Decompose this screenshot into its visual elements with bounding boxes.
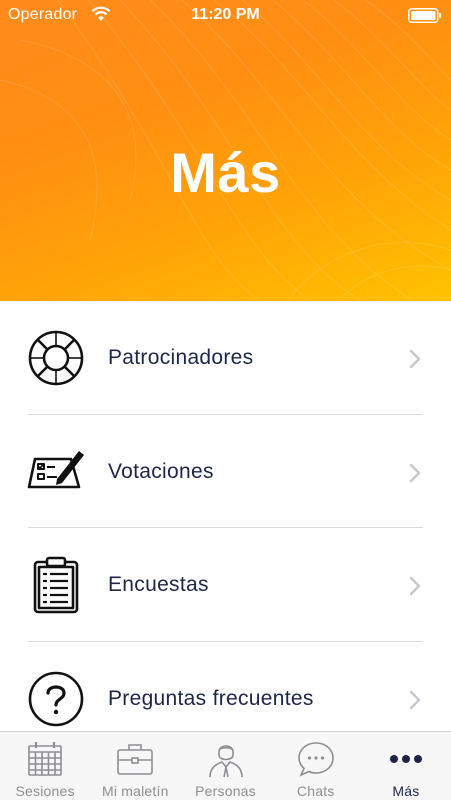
menu-item-patrocinadores[interactable]: Patrocinadores xyxy=(0,301,451,415)
tab-label: Chats xyxy=(296,783,335,799)
ballot-pencil-icon xyxy=(27,450,84,488)
menu-item-label: Encuestas xyxy=(108,573,209,596)
chat-bubble-icon xyxy=(297,742,334,777)
clipboard-icon xyxy=(33,556,79,614)
tab-chats[interactable]: Chats xyxy=(271,732,361,800)
tab-bar: Sesiones Mi maletín Personas Chats Más xyxy=(0,731,451,800)
tab-mas[interactable]: Más xyxy=(361,732,451,800)
tab-label: Personas xyxy=(195,783,256,799)
page-title: Más xyxy=(170,141,281,204)
calendar-icon xyxy=(28,742,62,776)
chevron-right-icon xyxy=(409,463,421,482)
more-dots-icon xyxy=(389,755,422,763)
lifebuoy-icon xyxy=(28,330,84,386)
chevron-right-icon xyxy=(409,690,421,709)
question-circle-icon xyxy=(28,671,84,726)
chevron-right-icon xyxy=(409,349,421,369)
tab-sesiones[interactable]: Sesiones xyxy=(0,732,90,800)
chevron-right-icon xyxy=(409,576,421,596)
tab-label: Mi maletín xyxy=(102,783,169,799)
menu-item-preguntas-frecuentes[interactable]: Preguntas frecuentes xyxy=(0,642,451,732)
briefcase-icon xyxy=(117,744,154,775)
tab-mi-maletin[interactable]: Mi maletín xyxy=(90,732,180,800)
header-banner: Operador 11:20 PM Más xyxy=(0,0,451,301)
menu-item-label: Patrocinadores xyxy=(108,346,254,369)
tab-personas[interactable]: Personas xyxy=(180,732,270,800)
more-menu-list: Patrocinadores Votaciones Encuestas Preg… xyxy=(0,301,451,731)
menu-item-encuestas[interactable]: Encuestas xyxy=(0,528,451,642)
menu-item-label: Votaciones xyxy=(108,459,214,483)
battery-icon xyxy=(408,8,442,23)
menu-item-votaciones[interactable]: Votaciones xyxy=(0,415,451,528)
person-icon xyxy=(208,745,243,778)
menu-item-label: Preguntas frecuentes xyxy=(108,686,314,710)
tab-label: Sesiones xyxy=(15,783,75,799)
tab-label: Más xyxy=(392,783,420,799)
status-time: 11:20 PM xyxy=(191,6,260,23)
status-bar: Operador 11:20 PM xyxy=(0,0,451,30)
